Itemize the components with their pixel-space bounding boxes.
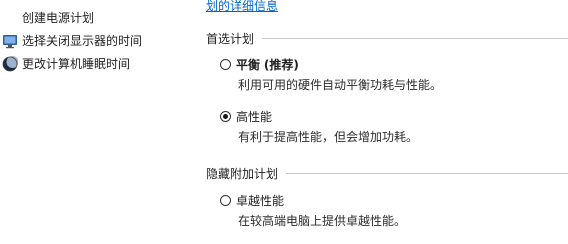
moon-icon: [2, 56, 18, 72]
hidden-plans-label: 隐藏附加计划: [206, 166, 279, 181]
create-power-plan-link[interactable]: 创建电源计划: [22, 10, 94, 26]
balanced-description: 利用可用的硬件自动平衡功耗与性能。: [238, 78, 443, 92]
high-performance-plan-name[interactable]: 高性能: [236, 110, 272, 125]
group-divider: [286, 173, 568, 174]
high-performance-description: 有利于提高性能，但会增加功耗。: [238, 130, 419, 144]
monitor-icon: [3, 35, 17, 49]
preferred-plans-header: 首选计划: [206, 30, 568, 46]
balanced-plan-name[interactable]: 平衡 (推荐): [236, 58, 299, 73]
balanced-radio[interactable]: [220, 59, 231, 70]
radio-selected-dot: [223, 114, 228, 119]
preferred-plans-label: 首选计划: [206, 31, 255, 46]
power-options-window: 创建电源计划 选择关闭显示器的时间 更改计算机睡眠时间 划的详细信息 首选计划 …: [0, 0, 568, 244]
ultimate-performance-radio[interactable]: [220, 195, 231, 206]
choose-display-off-time-link[interactable]: 选择关闭显示器的时间: [22, 33, 142, 49]
ultimate-performance-description: 在较高端电脑上提供卓越性能。: [238, 214, 407, 228]
change-sleep-time-label: 更改计算机睡眠时间: [22, 57, 131, 71]
recommended-tag: (推荐): [263, 58, 299, 72]
group-divider: [262, 38, 568, 39]
high-performance-radio[interactable]: [220, 111, 231, 122]
hidden-plans-header[interactable]: 隐藏附加计划: [206, 165, 568, 181]
balanced-name-text: 平衡: [236, 58, 261, 72]
plan-details-link[interactable]: 划的详细信息: [206, 0, 278, 14]
create-power-plan-label: 创建电源计划: [22, 11, 95, 25]
choose-display-off-time-label: 选择关闭显示器的时间: [22, 34, 143, 48]
ultimate-performance-plan-name[interactable]: 卓越性能: [236, 194, 284, 209]
change-sleep-time-link[interactable]: 更改计算机睡眠时间: [22, 56, 130, 72]
